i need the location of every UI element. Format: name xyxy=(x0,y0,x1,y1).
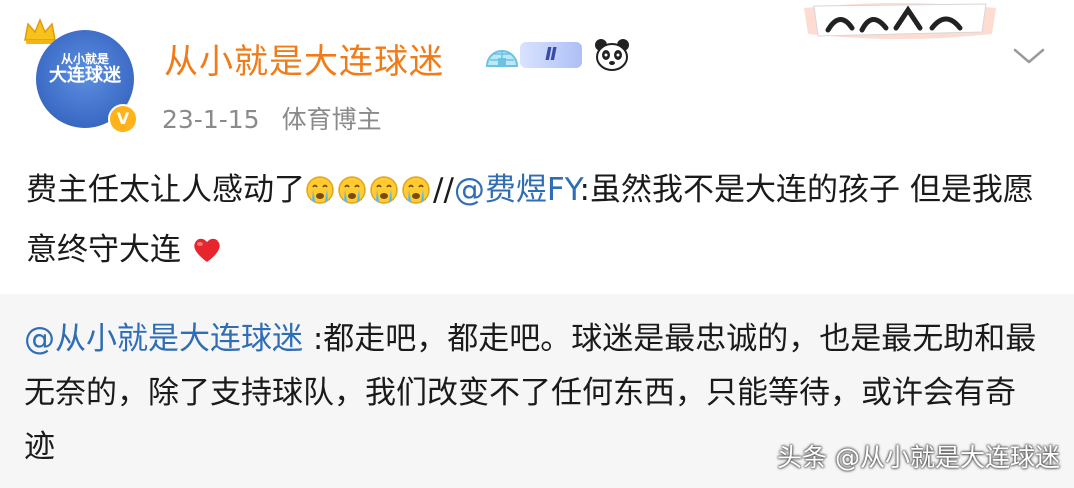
red-heart-icon xyxy=(194,238,220,262)
crying-face-icon xyxy=(370,176,398,204)
avatar-container[interactable]: 从小就是 大连球迷 V xyxy=(22,16,138,134)
verified-icon: V xyxy=(108,104,138,134)
avatar-label: 从小就是 大连球迷 xyxy=(49,52,121,86)
sticker-logo xyxy=(804,3,996,39)
author-name[interactable]: 从小就是大连球迷 xyxy=(164,34,444,83)
post-text: 费主任太让人感动了 xyxy=(26,172,305,208)
crying-face-icon xyxy=(402,176,430,204)
crying-face-icon xyxy=(306,176,334,204)
chevron-down-icon[interactable] xyxy=(1012,46,1046,66)
repost-separator: // xyxy=(433,172,454,208)
igloo-badge-icon xyxy=(485,50,519,67)
quoted-author-mention[interactable]: @从小就是大连球迷 xyxy=(24,321,303,357)
crying-face-icon xyxy=(338,176,366,204)
post-content: 费主任太让人感动了 //@费煜FY:虽然我不是大连的孩子 但是我愿意终守大连 xyxy=(26,160,1036,280)
panda-icon xyxy=(595,39,629,71)
post-meta: 23-1-15 体育博主 xyxy=(162,100,382,136)
level-badge: Ⅱ xyxy=(520,42,582,68)
post-date: 23-1-15 xyxy=(162,105,260,134)
author-tag: 体育博主 xyxy=(281,105,382,134)
watermark: 头条 @从小就是大连球迷 xyxy=(777,443,1060,472)
quoted-post[interactable]: @从小就是大连球迷 :都走吧，都走吧。球迷是最忠诚的，也是最无助和最无奈的，除了… xyxy=(0,294,1074,488)
mention-link[interactable]: @费煜FY xyxy=(454,172,580,208)
